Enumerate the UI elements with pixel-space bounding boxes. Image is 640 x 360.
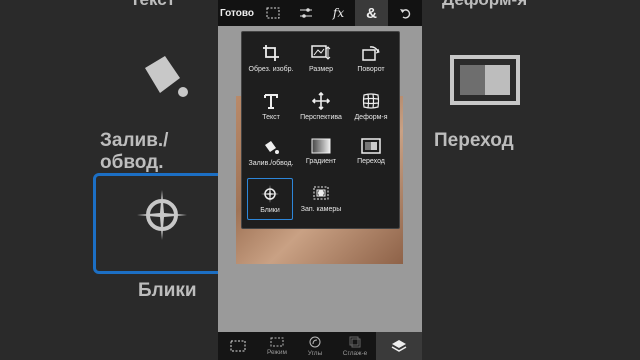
tile-label: Градиент [305,158,337,165]
flare-icon [261,185,279,203]
fill-bucket-icon [265,141,279,154]
marquee-icon [270,337,284,346]
rotate-tool[interactable]: Поворот [346,38,396,80]
tools-button[interactable]: & [355,0,388,26]
done-button[interactable]: Готово [218,0,256,26]
transition-icon [361,138,381,154]
bg-fill-label: Залив./обвод. [100,130,169,173]
warp-icon [362,93,380,109]
corners-icon [309,336,321,347]
tile-label: Блики [260,207,280,214]
bottom-toolbar: Режим Углы Сглаж-е [218,332,422,360]
tile-label: Залив./обвод. [248,160,294,167]
gradient-icon [311,138,331,154]
resize-icon [311,45,331,60]
adjust-button[interactable] [289,0,322,26]
tile-label: Перспектива [300,114,342,121]
transition-tool[interactable]: Переход [346,132,396,174]
flare-tool[interactable]: Блики [247,178,293,220]
corners-button[interactable]: Углы [296,332,334,360]
tile-label: Зап. камеры [300,206,342,213]
mode-label: Режим [266,348,288,356]
crop-icon [263,45,279,61]
corners-label: Углы [307,349,323,357]
marquee-icon [266,7,279,19]
transition-icon [450,55,520,105]
selection-tool-button[interactable] [256,0,289,26]
layers-icon [391,340,407,352]
smooth-label: Сглаж-е [342,349,368,357]
perspective-tool[interactable]: Перспектива [296,86,346,128]
selection-button[interactable] [218,332,258,360]
tile-label: Размер [308,66,334,73]
resize-tool[interactable]: Размер [296,38,346,80]
tile-label: Поворот [357,66,385,73]
perspective-icon [312,92,330,110]
tools-menu: Обрез. изобр. Размер Поворот Текст Персп… [241,31,400,229]
bg-blik-label: Блики [138,280,197,301]
marquee-icon [230,340,246,352]
camera-shake-tool[interactable]: Зап. камеры [296,178,346,220]
gradient-tool[interactable]: Градиент [296,132,346,174]
bg-text-label: Текст [130,0,175,10]
undo-button[interactable] [388,0,421,26]
camera-shake-icon [313,186,329,200]
layers-button[interactable] [376,332,422,360]
effects-button[interactable]: fx [322,0,355,26]
undo-icon [399,9,410,19]
top-toolbar: Готово fx & [218,0,422,26]
smooth-button[interactable]: Сглаж-е [334,332,376,360]
tile-label: Обрез. изобр. [248,66,294,73]
background-right-panel: Деформ-я Переход [422,0,640,360]
fill-stroke-tool[interactable]: Залив./обвод. [246,132,296,174]
tile-label: Переход [357,158,385,165]
rotate-icon [362,46,380,61]
text-icon [264,94,278,109]
flare-icon [137,190,187,240]
smooth-icon [349,336,361,347]
mode-button[interactable]: Режим [258,332,296,360]
bg-warp-label: Деформ-я [442,0,527,10]
tile-label: Текст [262,114,280,121]
bg-transition-label: Переход [434,130,514,151]
warp-tool[interactable]: Деформ-я [346,86,396,128]
fill-bucket-icon [145,56,188,97]
phone-screen: Готово fx & Обрез. изобр. Размер Поворот [218,0,422,360]
sliders-icon [299,8,312,18]
crop-tool[interactable]: Обрез. изобр. [246,38,296,80]
tile-label: Деформ-я [354,114,388,121]
background-left-panel: Текст Залив./обвод. Блики [0,0,218,360]
text-tool[interactable]: Текст [246,86,296,128]
